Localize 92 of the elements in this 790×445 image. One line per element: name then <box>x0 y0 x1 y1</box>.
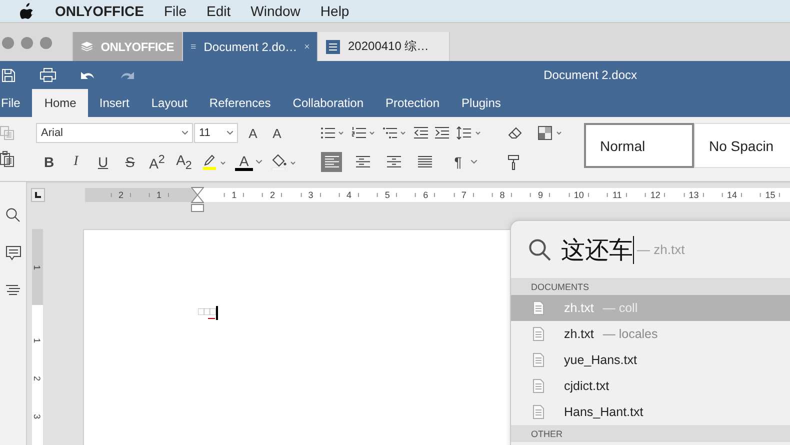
menu-item[interactable]: Edit <box>206 3 231 19</box>
document-icon <box>533 327 544 341</box>
eraser-icon[interactable] <box>508 127 522 139</box>
font-size-field[interactable]: 11 <box>194 123 238 143</box>
ribbon-tab[interactable]: Insert <box>88 89 140 117</box>
ribbon-tab[interactable]: Layout <box>140 89 198 117</box>
print-icon[interactable] <box>40 68 56 82</box>
style-preset[interactable]: No Spacin <box>694 123 790 168</box>
result-row[interactable]: yue_Hans.txt <box>511 347 790 373</box>
ribbon-tab[interactable]: File <box>0 89 22 117</box>
ribbon-tab[interactable]: References <box>198 89 282 117</box>
format-button[interactable]: U <box>94 154 112 170</box>
tab-label: ONLYOFFICE <box>100 40 174 54</box>
document-icon <box>533 405 544 419</box>
ribbon-tab[interactable]: Collaboration <box>282 89 374 117</box>
ribbon-tab[interactable]: Plugins <box>450 89 512 117</box>
paste-icon[interactable] <box>0 151 14 167</box>
section-header: DOCUMENTS <box>511 278 790 295</box>
format-button[interactable]: A$^{2}$ <box>148 152 166 172</box>
file-name: Hans_Hant.txt <box>564 405 644 419</box>
tab-label: 20200410 综… <box>348 38 429 55</box>
decrease-font-button[interactable]: A <box>268 126 286 140</box>
apple-icon[interactable] <box>20 3 34 19</box>
style-preset[interactable]: Normal <box>584 123 694 168</box>
undo-icon[interactable] <box>81 70 95 80</box>
ribbon-tab[interactable]: Protection <box>374 89 451 117</box>
file-name: cjdict.txt <box>564 379 610 393</box>
format-button[interactable]: I <box>67 154 85 170</box>
tab-label: Document 2.do… <box>204 40 298 54</box>
shading-icon[interactable] <box>538 126 564 140</box>
close-icon[interactable] <box>305 42 309 51</box>
document-title: Document 2.docx <box>544 68 637 82</box>
text-cursor <box>216 306 218 320</box>
file-name: yue_Hans.txt <box>564 353 637 367</box>
caret-icon[interactable] <box>182 131 188 135</box>
font-name-field[interactable]: Arial <box>36 123 193 143</box>
document-lines-icon <box>191 42 196 51</box>
layers-icon <box>81 40 93 53</box>
tab-stop-icon[interactable] <box>31 188 45 202</box>
menu-item[interactable]: File <box>164 3 186 19</box>
app-menu[interactable]: ONLYOFFICE <box>55 3 144 19</box>
caret-icon[interactable] <box>227 131 233 135</box>
menu-item[interactable]: Window <box>250 3 300 19</box>
document-text: □□□ <box>198 306 215 320</box>
ruler-number: 1 <box>32 338 41 343</box>
file-location: — locales <box>602 327 658 341</box>
paragraph-marks-button[interactable]: ¶ <box>449 154 467 170</box>
result-row[interactable]: zh.txt — locales <box>511 321 790 347</box>
document-tab[interactable]: 20200410 综… <box>317 32 450 61</box>
ruler-number: 3 <box>32 414 41 419</box>
increase-font-button[interactable]: A <box>244 126 262 140</box>
document-icon <box>533 301 544 315</box>
ribbon-tab[interactable]: Home <box>32 89 88 117</box>
format-button[interactable]: A$_{2}$ <box>175 152 193 172</box>
save-icon[interactable] <box>2 68 15 82</box>
caret-icon[interactable] <box>256 160 262 164</box>
document-icon <box>533 353 544 367</box>
ruler-number: 1 <box>32 265 41 270</box>
format-button[interactable]: B <box>40 154 58 170</box>
ruler-number: 2 <box>32 376 41 381</box>
file-location: — coll <box>602 301 638 315</box>
align-button[interactable] <box>321 152 342 172</box>
menu-item[interactable]: Help <box>320 3 350 19</box>
paint-roller-icon[interactable] <box>508 154 519 170</box>
document-tab[interactable]: Document 2.do… <box>182 32 317 61</box>
document-lines-icon <box>326 40 340 54</box>
section-header: OTHER <box>511 425 790 442</box>
search-hint: — zh.txt <box>637 242 685 257</box>
text-cursor <box>633 236 634 264</box>
navigation-icon[interactable] <box>6 285 20 295</box>
file-name: zh.txt <box>564 301 594 315</box>
numbered-list-icon[interactable] <box>352 127 376 139</box>
search-icon <box>529 238 551 260</box>
line-spacing-icon[interactable] <box>456 126 482 140</box>
indent-marker[interactable] <box>191 187 204 212</box>
search-query[interactable]: 这还车 <box>561 234 633 266</box>
result-row[interactable]: cjdict.txt <box>511 373 790 399</box>
search-icon[interactable] <box>6 208 20 222</box>
result-row[interactable]: Hans_Hant.txt <box>511 399 790 425</box>
multilevel-list-icon[interactable] <box>383 127 407 139</box>
comment-icon[interactable] <box>6 246 20 261</box>
document-icon <box>533 379 544 393</box>
bullet-list-icon[interactable] <box>321 127 345 139</box>
increase-indent-icon[interactable] <box>435 127 449 139</box>
redo-icon[interactable] <box>120 70 134 80</box>
highlight-pen-icon[interactable] <box>202 154 226 170</box>
decrease-indent-icon[interactable] <box>414 127 428 139</box>
caret-icon[interactable] <box>471 160 477 164</box>
format-button[interactable]: S <box>121 154 139 170</box>
paint-bucket-icon[interactable] <box>271 154 297 170</box>
file-name: zh.txt <box>564 327 594 341</box>
font-color-button[interactable]: A <box>235 154 253 170</box>
